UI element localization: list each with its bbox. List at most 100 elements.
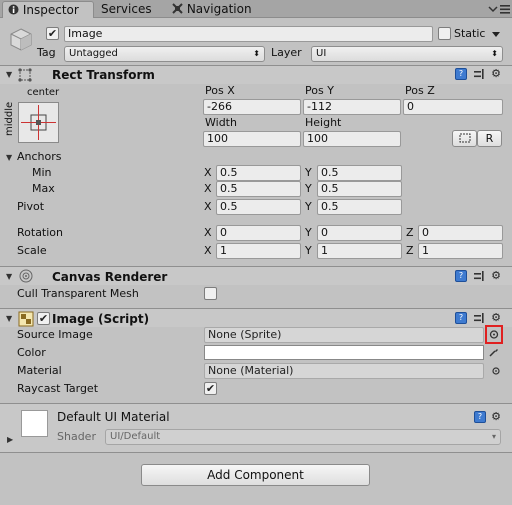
anchor-max-x-field[interactable]: 0.5 [216, 181, 301, 197]
pivot-y-axis-label: Y [305, 200, 312, 213]
pivot-x-axis-label: X [204, 200, 212, 213]
material-field[interactable]: None (Material) [204, 363, 484, 379]
height-field[interactable]: 100 [303, 131, 401, 147]
object-picker-icon[interactable] [490, 365, 502, 377]
navigation-icon [172, 2, 183, 14]
tab-navigation-label: Navigation [186, 2, 252, 16]
tab-inspector[interactable]: Inspector [2, 1, 94, 18]
foldout-closed-icon[interactable]: ▶ [7, 435, 13, 444]
scale-x-field[interactable]: 1 [216, 243, 301, 259]
rotation-x-field[interactable]: 0 [216, 225, 301, 241]
tab-navigation[interactable]: Navigation [172, 1, 268, 18]
anchors-label: Anchors [17, 150, 62, 163]
bottom-separator [0, 452, 512, 453]
canvas-renderer-icon [18, 269, 34, 283]
gear-icon[interactable]: ⚙ [490, 68, 502, 80]
raycast-target-checkbox[interactable]: ✔ [204, 382, 217, 395]
scale-y-field[interactable]: 1 [317, 243, 402, 259]
help-book-icon[interactable]: ? [455, 270, 467, 282]
gear-icon[interactable]: ⚙ [490, 270, 502, 282]
shader-dropdown[interactable]: UI/Default ▾ [105, 429, 501, 445]
blueprint-mode-button[interactable] [452, 130, 477, 147]
tab-inspector-label: Inspector [22, 3, 79, 17]
static-checkbox[interactable] [438, 27, 451, 40]
static-dropdown-icon[interactable] [490, 28, 502, 40]
pivot-x-field[interactable]: 0.5 [216, 199, 301, 215]
max-y-axis-label: Y [305, 182, 312, 195]
raw-edit-button[interactable]: R [477, 130, 502, 147]
gameobject-active-checkbox[interactable]: ✔ [46, 27, 59, 40]
rotation-label: Rotation [17, 226, 64, 239]
tab-options-icon[interactable] [499, 3, 511, 15]
layer-dropdown[interactable]: UI ⬍ [311, 46, 503, 62]
help-book-icon[interactable]: ? [455, 68, 467, 80]
tag-value: Untagged [69, 48, 118, 59]
color-field[interactable] [204, 345, 484, 360]
posy-field[interactable]: -112 [303, 99, 401, 115]
image-component-icon [18, 311, 34, 327]
min-x-axis-label: X [204, 166, 212, 179]
pivot-label: Pivot [17, 200, 45, 213]
help-book-icon[interactable]: ? [474, 411, 486, 423]
add-component-button[interactable]: Add Component [141, 464, 370, 486]
source-image-field[interactable]: None (Sprite) [204, 327, 484, 343]
tag-dropdown[interactable]: Untagged ⬍ [64, 46, 265, 62]
anchors-min-label: Min [32, 166, 52, 179]
anchor-preset-side-label: middle [4, 101, 15, 136]
rotation-z-field[interactable]: 0 [418, 225, 503, 241]
posz-field[interactable]: 0 [403, 99, 503, 115]
anchor-preset-button[interactable] [18, 102, 59, 143]
material-label: Material [17, 364, 62, 377]
tag-label: Tag [37, 46, 56, 59]
posy-label: Pos Y [305, 84, 334, 97]
width-field[interactable]: 100 [203, 131, 301, 147]
anchor-max-y-field[interactable]: 0.5 [317, 181, 402, 197]
max-x-axis-label: X [204, 182, 212, 195]
source-image-picker-highlight[interactable] [485, 325, 503, 344]
scale-z-axis-label: Z [406, 244, 414, 257]
cull-transparent-mesh-checkbox[interactable] [204, 287, 217, 300]
anchor-min-x-field[interactable]: 0.5 [216, 165, 301, 181]
chevron-updown-icon: ⬍ [253, 49, 260, 58]
foldout-open-icon[interactable]: ▼ [6, 70, 12, 79]
anchors-foldout-icon[interactable]: ▼ [6, 153, 12, 162]
anchor-min-y-field[interactable]: 0.5 [317, 165, 402, 181]
rect-transform-icon [17, 67, 33, 83]
scale-y-axis-label: Y [305, 244, 312, 257]
posx-field[interactable]: -266 [203, 99, 301, 115]
info-icon [8, 3, 19, 15]
gear-icon[interactable]: ⚙ [490, 312, 502, 324]
source-image-label: Source Image [17, 328, 93, 341]
rotation-y-axis-label: Y [305, 226, 312, 239]
tab-services-label: Services [101, 2, 152, 16]
help-book-icon[interactable]: ? [455, 312, 467, 324]
scale-z-field[interactable]: 1 [418, 243, 503, 259]
chevron-updown-icon: ⬍ [491, 49, 498, 58]
image-script-title: Image (Script) [52, 312, 150, 326]
posx-label: Pos X [205, 84, 235, 97]
tab-menu-icon[interactable] [487, 3, 499, 15]
pivot-y-field[interactable]: 0.5 [317, 199, 402, 215]
gear-icon[interactable]: ⚙ [490, 411, 502, 423]
tab-services[interactable]: Services [101, 1, 171, 18]
canvas-renderer-title: Canvas Renderer [52, 270, 168, 284]
eyedropper-icon[interactable] [488, 346, 500, 358]
gameobject-cube-icon [8, 26, 34, 52]
foldout-open-icon[interactable]: ▼ [6, 314, 12, 323]
color-label: Color [17, 346, 46, 359]
preset-icon[interactable] [473, 270, 485, 282]
min-y-axis-label: Y [305, 166, 312, 179]
rotation-x-axis-label: X [204, 226, 212, 239]
preset-icon[interactable] [473, 312, 485, 324]
rotation-y-field[interactable]: 0 [317, 225, 402, 241]
foldout-open-icon[interactable]: ▼ [6, 272, 12, 281]
cull-transparent-mesh-label: Cull Transparent Mesh [17, 287, 139, 300]
object-picker-icon [489, 330, 499, 339]
gameobject-name-field[interactable]: Image [64, 26, 433, 42]
material-title: Default UI Material [57, 410, 170, 424]
preset-icon[interactable] [473, 68, 485, 80]
image-script-enabled-checkbox[interactable]: ✔ [37, 312, 50, 325]
layer-label: Layer [271, 46, 302, 59]
chevron-down-icon: ▾ [491, 432, 496, 441]
posz-label: Pos Z [405, 84, 435, 97]
